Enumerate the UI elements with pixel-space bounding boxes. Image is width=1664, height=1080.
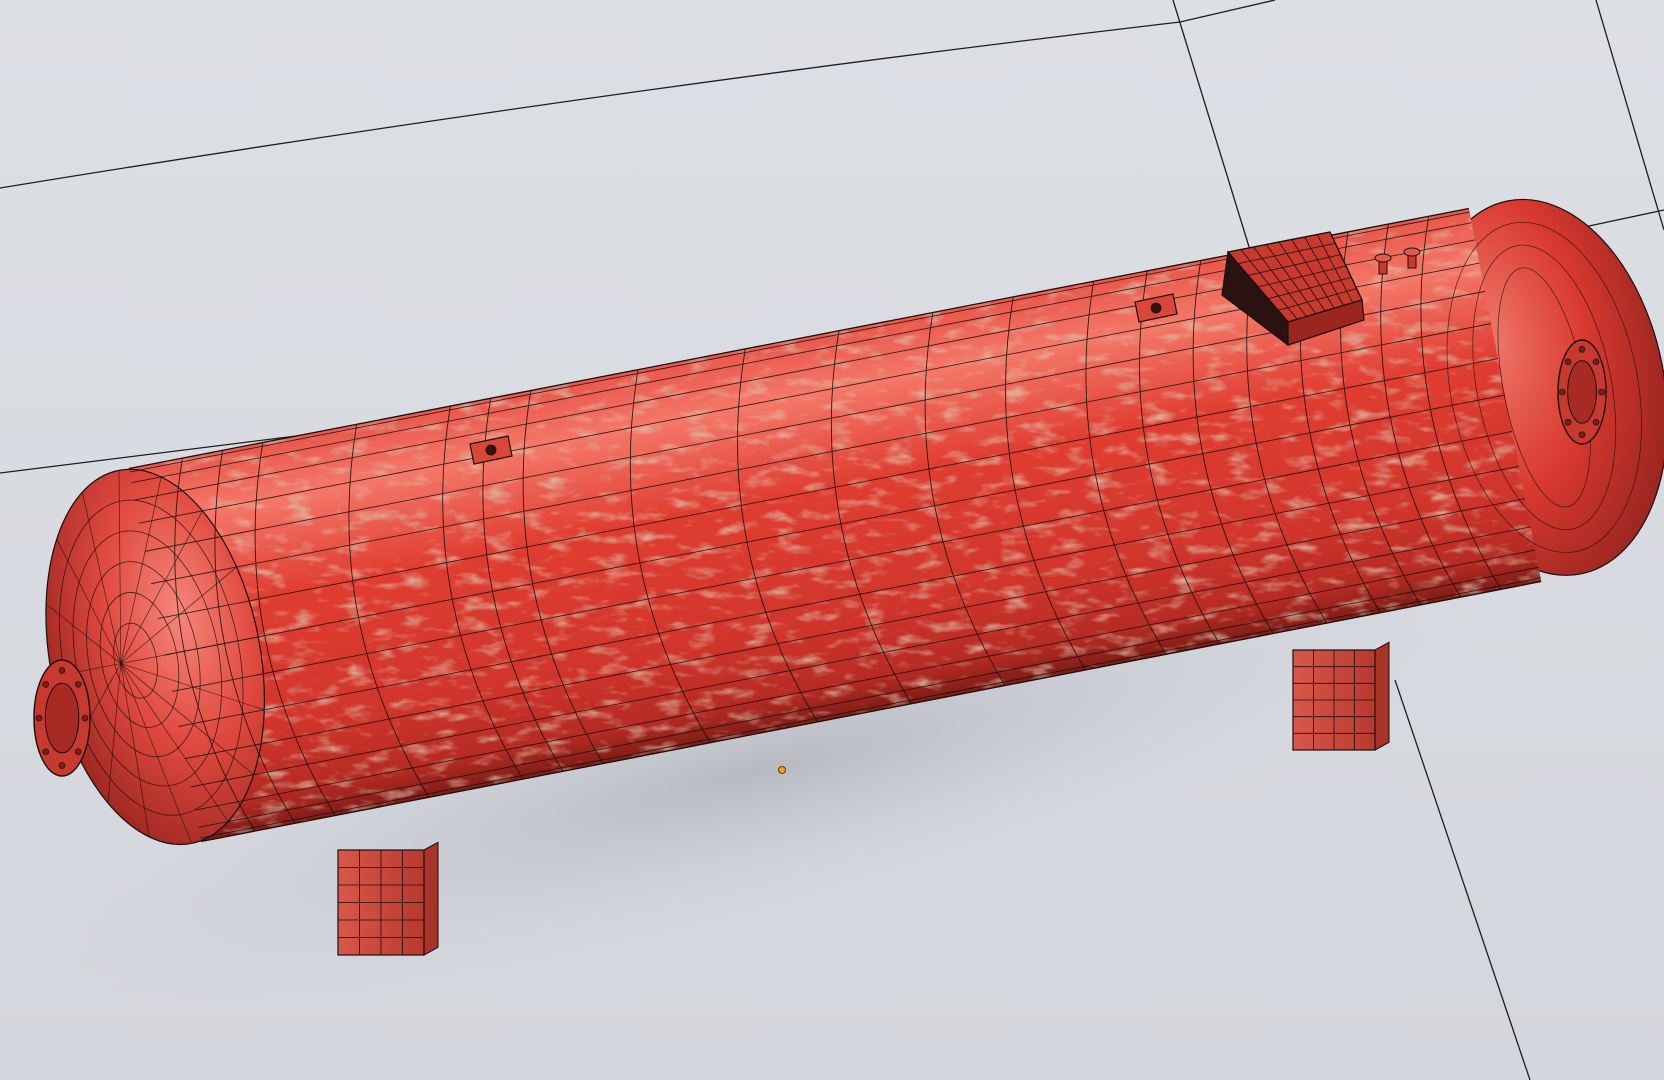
left-nozzle-flange (33, 659, 91, 777)
right-nozzle-flange-bolt (1559, 388, 1566, 396)
3d-viewport[interactable] (0, 0, 1664, 1080)
leg-front-side (423, 841, 439, 956)
right-nozzle-flange-bolt (1578, 346, 1586, 353)
left-nozzle-flange-bolt (58, 762, 66, 769)
left-nozzle-flange-bolt (58, 667, 66, 674)
leg-back (1292, 641, 1390, 751)
left-nozzle-flange-bolt (42, 748, 50, 755)
right-nozzle-flange-bolt (1578, 431, 1586, 438)
lifting-lug-right-hole (1150, 302, 1162, 314)
top-valve-1-cap (1374, 253, 1392, 263)
leg-front (337, 841, 439, 956)
left-nozzle-flange-bolt (42, 681, 50, 688)
left-nozzle-flange-bolt (74, 748, 82, 755)
right-nozzle-flange (1557, 339, 1607, 445)
top-valve-2-cap (1403, 247, 1421, 257)
lifting-lug-left-hole (485, 444, 497, 456)
right-nozzle-flange-bolt (1564, 358, 1572, 366)
left-nozzle-flange-bolt (35, 714, 43, 722)
right-nozzle-flange-bolt (1564, 418, 1572, 426)
left-nozzle-flange-bolt (74, 681, 82, 688)
right-nozzle-flange-bolt (1592, 358, 1600, 366)
scene-canvas[interactable] (0, 0, 1664, 1080)
leg-back-side (1374, 641, 1390, 751)
right-nozzle-flange-inner (1567, 360, 1597, 424)
object-origin-dot (778, 766, 786, 774)
left-nozzle-flange-bolt (81, 714, 89, 722)
right-nozzle-flange-bolt (1598, 388, 1605, 396)
left-nozzle-flange-inner (44, 682, 80, 754)
right-nozzle-flange-bolt (1592, 418, 1600, 426)
